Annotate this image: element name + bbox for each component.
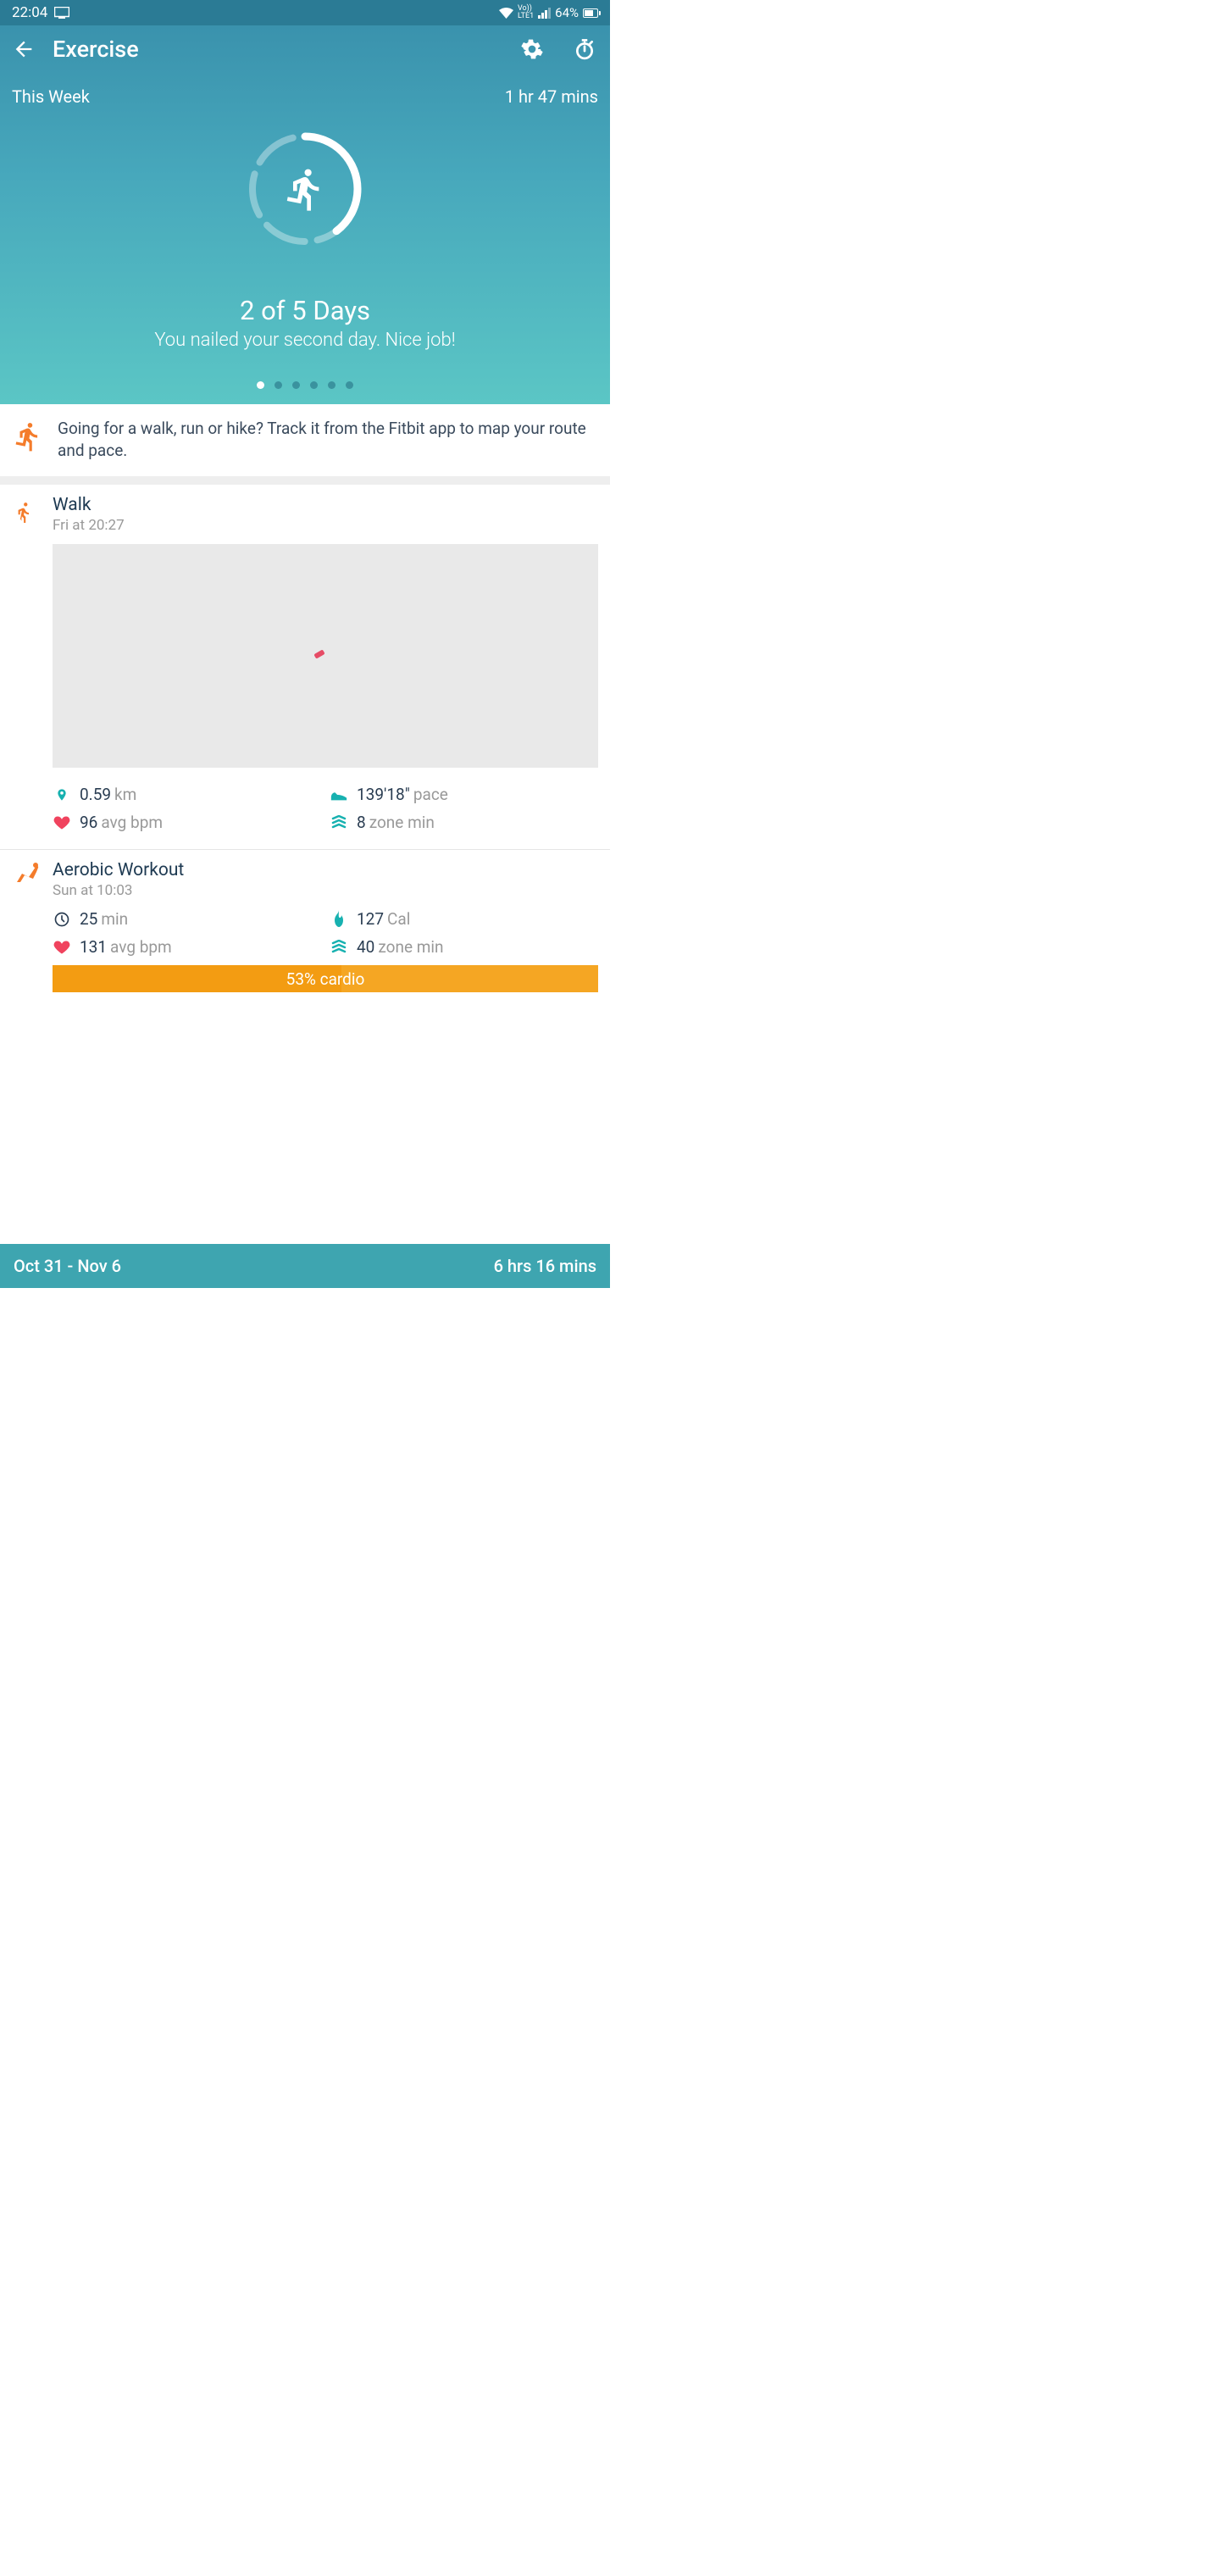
dot[interactable] bbox=[257, 381, 264, 389]
days-progress: 2 of 5 Days bbox=[17, 295, 593, 326]
running-icon bbox=[12, 419, 44, 457]
stat-heartrate: 131avg bpm bbox=[53, 937, 321, 957]
heart-icon bbox=[53, 938, 71, 957]
shoe-icon bbox=[330, 786, 348, 804]
zone-icon bbox=[330, 813, 348, 832]
clock-icon bbox=[53, 910, 71, 929]
footer-range: Oct 31 - Nov 6 bbox=[14, 1256, 121, 1276]
cast-icon bbox=[54, 7, 69, 19]
route-map[interactable] bbox=[53, 544, 598, 768]
stat-heartrate: 96avg bpm bbox=[53, 813, 321, 832]
route-trace bbox=[313, 649, 324, 658]
page-dots[interactable] bbox=[0, 381, 610, 389]
pin-icon bbox=[53, 786, 71, 804]
status-bar: 22:04 Vo))LTE1 64% bbox=[0, 0, 610, 25]
stat-pace: 139'18"pace bbox=[330, 785, 598, 804]
dot[interactable] bbox=[292, 381, 300, 389]
zone-icon bbox=[330, 938, 348, 957]
stat-duration: 25min bbox=[53, 909, 321, 929]
flame-icon bbox=[330, 910, 348, 929]
stat-distance: 0.59km bbox=[53, 785, 321, 804]
stat-calories: 127Cal bbox=[330, 909, 598, 929]
signal-icon bbox=[538, 8, 551, 19]
dot[interactable] bbox=[328, 381, 336, 389]
tracking-tip[interactable]: Going for a walk, run or hike? Track it … bbox=[0, 404, 610, 485]
wifi-icon bbox=[499, 8, 513, 19]
settings-button[interactable] bbox=[518, 36, 546, 63]
progress-ring[interactable] bbox=[241, 125, 369, 253]
exercise-timestamp: Sun at 10:03 bbox=[53, 882, 184, 899]
page-title: Exercise bbox=[53, 36, 493, 63]
running-icon bbox=[281, 165, 329, 213]
exercise-title: Aerobic Workout bbox=[53, 860, 184, 880]
stat-zone: 40zone min bbox=[330, 937, 598, 957]
exercise-aerobic[interactable]: Aerobic Workout Sun at 10:03 25min 127Ca… bbox=[0, 850, 610, 1002]
week-total: 1 hr 47 mins bbox=[505, 86, 598, 107]
dot[interactable] bbox=[346, 381, 353, 389]
battery-icon bbox=[583, 8, 598, 18]
footer-summary[interactable]: Oct 31 - Nov 6 6 hrs 16 mins bbox=[0, 1244, 610, 1288]
exercise-walk[interactable]: Walk Fri at 20:27 0.59km 139'18"pace 96a… bbox=[0, 485, 610, 850]
progress-message: You nailed your second day. Nice job! bbox=[17, 330, 593, 351]
battery-pct: 64% bbox=[555, 5, 579, 20]
week-label: This Week bbox=[12, 86, 90, 107]
aerobic-icon bbox=[12, 860, 41, 899]
dot[interactable] bbox=[274, 381, 282, 389]
volte-label: Vo))LTE1 bbox=[518, 5, 534, 20]
exercise-title: Walk bbox=[53, 495, 125, 515]
heart-icon bbox=[53, 813, 71, 832]
back-button[interactable] bbox=[12, 37, 36, 61]
hero-panel: Exercise This Week 1 hr 47 mins 2 of 5 D… bbox=[0, 25, 610, 404]
cardio-label: 53% cardio bbox=[286, 969, 365, 989]
footer-total: 6 hrs 16 mins bbox=[494, 1256, 596, 1276]
walk-icon bbox=[12, 495, 41, 534]
cardio-bar: 53% cardio bbox=[53, 965, 598, 992]
stat-zone: 8zone min bbox=[330, 813, 598, 832]
tip-text: Going for a walk, run or hike? Track it … bbox=[58, 418, 598, 461]
dot[interactable] bbox=[310, 381, 318, 389]
stopwatch-button[interactable] bbox=[571, 36, 598, 63]
exercise-timestamp: Fri at 20:27 bbox=[53, 517, 125, 534]
status-time: 22:04 bbox=[12, 4, 47, 21]
